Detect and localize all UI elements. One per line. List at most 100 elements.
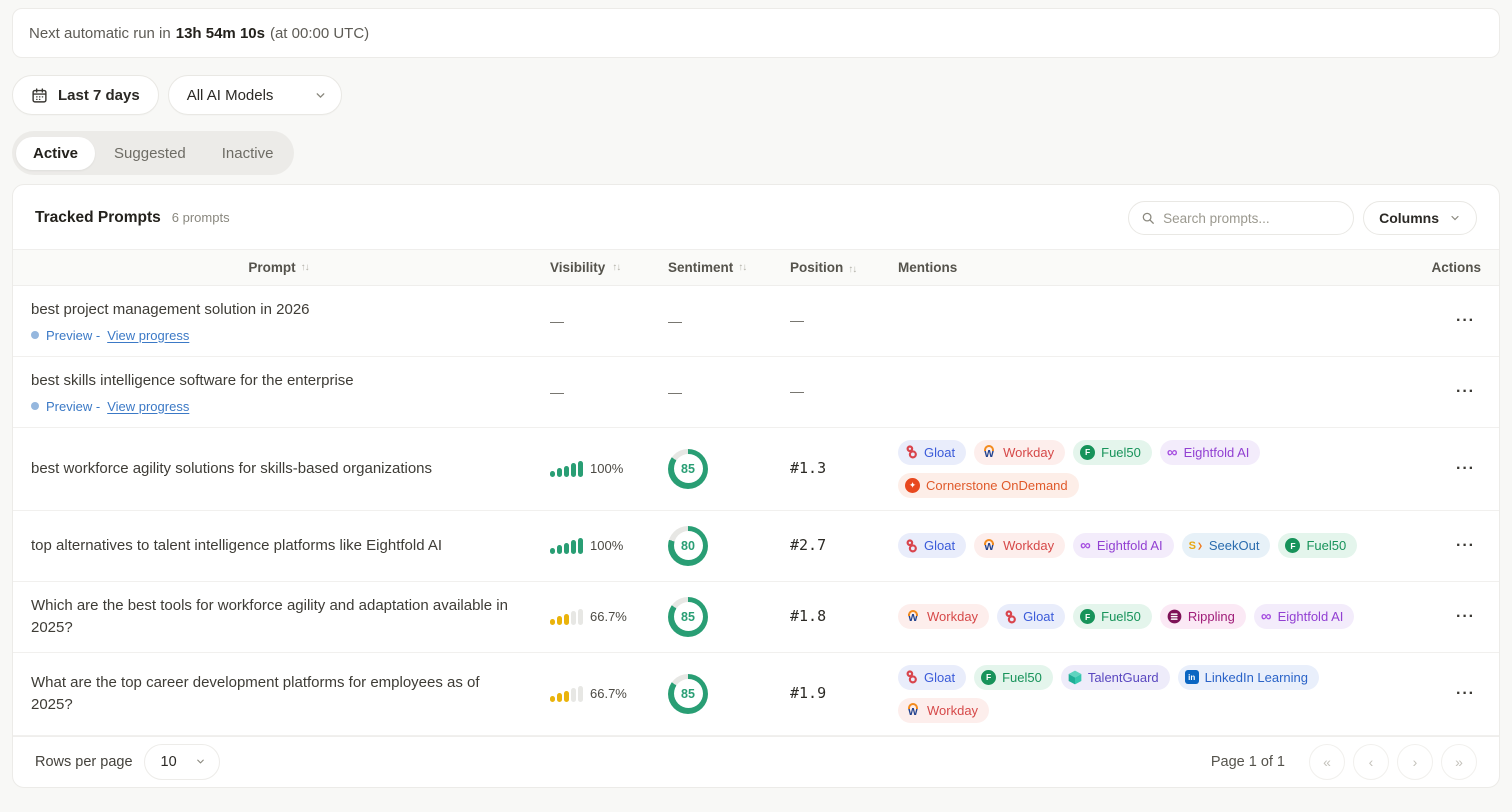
mentions-cell: GloatWWorkday∞Eightfold AIS❯SeekOutFFuel… [898, 533, 1408, 558]
mention-badge: FFuel50 [1073, 604, 1152, 629]
mention-name: Gloat [1023, 609, 1054, 624]
mention-badge: Gloat [997, 604, 1065, 629]
mention-name: Cornerstone OnDemand [926, 478, 1068, 493]
next-run-countdown: 13h 54m 10s [176, 25, 265, 42]
prompt-text: best skills intelligence software for th… [31, 370, 511, 392]
view-progress-link[interactable]: View progress [107, 328, 189, 343]
tracked-prompts-card: Tracked Prompts 6 prompts Columns Prompt… [12, 184, 1500, 788]
search-input[interactable] [1163, 211, 1341, 226]
mention-name: LinkedIn Learning [1205, 670, 1308, 685]
visibility-cell: 66.7% [550, 609, 668, 625]
position-cell: — [790, 383, 898, 401]
table-row[interactable]: best workforce agility solutions for ski… [13, 428, 1499, 511]
row-actions-button[interactable]: ··· [1450, 681, 1481, 707]
mention-name: Rippling [1188, 609, 1235, 624]
mentions-cell: GloatWWorkdayFFuel50∞Eightfold AI✦Corner… [898, 440, 1408, 498]
prompt-text: best workforce agility solutions for ski… [31, 458, 511, 480]
actions-cell: ··· [1411, 456, 1481, 482]
filter-bar: Last 7 days All AI Models [12, 75, 342, 115]
row-actions-button[interactable]: ··· [1450, 604, 1481, 630]
gloat-icon [905, 670, 918, 684]
row-actions-button[interactable]: ··· [1450, 533, 1481, 559]
tab-inactive[interactable]: Inactive [205, 137, 291, 170]
sentiment-value: 80 [674, 531, 703, 560]
column-header-prompt[interactable]: Prompt↑↓ [31, 260, 550, 275]
next-run-suffix: (at 00:00 UTC) [270, 25, 369, 42]
prev-page-button[interactable]: ‹ [1353, 744, 1389, 780]
sentiment-value: 85 [674, 602, 703, 631]
visibility-value: 66.7% [590, 609, 627, 624]
rippling-icon [1167, 609, 1182, 624]
rows-per-page-select[interactable]: 10 [144, 744, 220, 780]
date-range-button[interactable]: Last 7 days [12, 75, 159, 115]
mention-name: Gloat [924, 670, 955, 685]
chevron-down-icon [195, 756, 206, 767]
mention-name: Fuel50 [1101, 609, 1141, 624]
ai-models-label: All AI Models [187, 87, 274, 104]
table-row[interactable]: top alternatives to talent intelligence … [13, 511, 1499, 582]
position-value: #1.3 [790, 459, 826, 477]
mention-badge: S❯SeekOut [1182, 533, 1271, 558]
mention-badge: WWorkday [898, 604, 989, 629]
workday-icon: W [905, 703, 921, 717]
tab-suggested[interactable]: Suggested [97, 137, 203, 170]
empty-value: — [668, 313, 682, 329]
first-page-button[interactable]: « [1309, 744, 1345, 780]
talentguard-icon [1068, 670, 1082, 685]
column-header-position[interactable]: Position↑↓ [790, 260, 898, 275]
linkedin-icon: in [1185, 670, 1199, 684]
position-value: #1.8 [790, 607, 826, 625]
visibility-value: 100% [590, 461, 623, 476]
sentiment-ring-icon: 85 [668, 674, 708, 714]
tab-active[interactable]: Active [16, 137, 95, 170]
fuel50-icon: F [1285, 538, 1300, 553]
mention-name: Gloat [924, 538, 955, 553]
mention-name: Workday [1003, 538, 1054, 553]
sentiment-value: 85 [674, 679, 703, 708]
chevron-down-icon [314, 89, 327, 102]
mention-name: Workday [927, 609, 978, 624]
visibility-cell: — [550, 313, 668, 329]
mention-name: Workday [1003, 445, 1054, 460]
row-actions-button[interactable]: ··· [1450, 308, 1481, 334]
column-header-sentiment[interactable]: Sentiment↑↓ [668, 260, 790, 275]
prompt-text: top alternatives to talent intelligence … [31, 535, 511, 557]
chevron-down-icon [1449, 212, 1461, 224]
empty-value: — [790, 312, 804, 328]
column-header-actions: Actions [1411, 260, 1481, 275]
mention-badge: FFuel50 [1278, 533, 1357, 558]
sentiment-ring-icon: 85 [668, 597, 708, 637]
view-progress-link[interactable]: View progress [107, 399, 189, 414]
ai-models-select[interactable]: All AI Models [168, 75, 342, 115]
fuel50-icon: F [1080, 445, 1095, 460]
last-page-button[interactable]: » [1441, 744, 1477, 780]
search-box[interactable] [1128, 201, 1354, 235]
table-row[interactable]: Which are the best tools for workforce a… [13, 582, 1499, 653]
table-row[interactable]: best skills intelligence software for th… [13, 357, 1499, 428]
mention-name: TalentGuard [1088, 670, 1159, 685]
date-range-label: Last 7 days [58, 87, 140, 104]
row-actions-button[interactable]: ··· [1450, 379, 1481, 405]
next-run-banner: Next automatic run in 13h 54m 10s (at 00… [12, 8, 1500, 58]
table-body: best project management solution in 2026… [13, 286, 1499, 736]
visibility-bars-icon [550, 538, 583, 554]
table-row[interactable]: What are the top career development plat… [13, 653, 1499, 736]
search-icon [1141, 211, 1155, 225]
row-actions-button[interactable]: ··· [1450, 456, 1481, 482]
table-row[interactable]: best project management solution in 2026… [13, 286, 1499, 357]
position-value: #2.7 [790, 536, 826, 554]
eightfold-icon: ∞ [1261, 609, 1272, 624]
preview-dot-icon [31, 402, 39, 410]
mention-badge: FFuel50 [974, 665, 1053, 690]
empty-value: — [550, 384, 564, 400]
sentiment-ring-icon: 80 [668, 526, 708, 566]
sentiment-cell: 80 [668, 526, 790, 566]
cornerstone-icon: ✦ [905, 478, 920, 493]
visibility-cell: — [550, 384, 668, 400]
column-header-visibility[interactable]: Visibility↑↓ [550, 260, 668, 275]
visibility-value: 66.7% [590, 686, 627, 701]
sentiment-value: 85 [674, 454, 703, 483]
sentiment-cell: 85 [668, 674, 790, 714]
columns-button[interactable]: Columns [1363, 201, 1477, 235]
next-page-button[interactable]: › [1397, 744, 1433, 780]
